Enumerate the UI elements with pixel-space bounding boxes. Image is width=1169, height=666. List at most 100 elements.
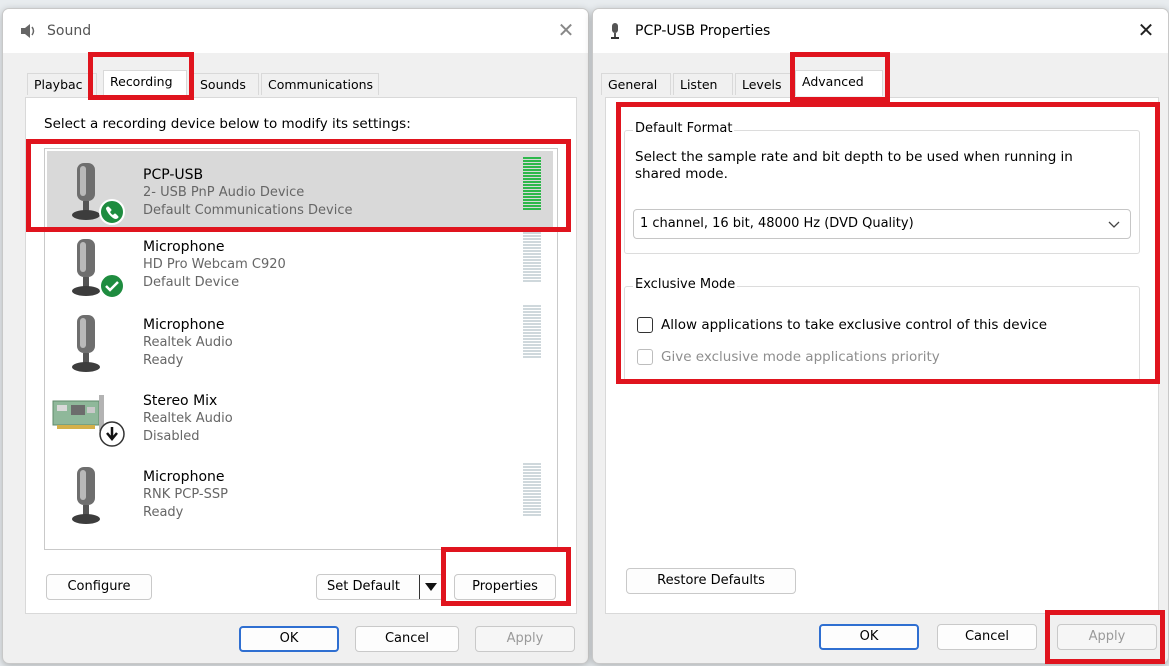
default-format-group: Default Format Select the sample rate an… [624,121,1140,254]
device-name: Microphone [143,239,225,255]
tab-playback[interactable]: Playbac [27,73,97,95]
level-segment [523,308,541,310]
tab-sounds-label: Sounds [200,77,246,92]
level-segment [523,265,541,267]
tab-advanced[interactable]: Advanced [795,70,883,96]
properties-ok-button[interactable]: OK [819,624,919,650]
tab-listen-label: Listen [680,77,718,92]
sound-apply-button[interactable]: Apply [475,626,575,652]
level-segment [523,466,541,468]
level-segment [523,166,541,168]
level-segment [523,344,541,346]
properties-cancel-button[interactable]: Cancel [937,624,1037,650]
check-badge-icon [99,273,125,303]
level-segment [523,190,541,192]
tab-levels[interactable]: Levels [735,73,793,95]
level-segment [523,499,541,501]
configure-label: Configure [67,579,131,594]
properties-title: PCP-USB Properties [635,23,771,39]
level-segment [523,320,541,322]
restore-defaults-label: Restore Defaults [657,573,765,588]
device-item-realtek-mic[interactable]: Microphone Realtek Audio Ready [47,305,553,381]
cancel-label: Cancel [964,629,1010,644]
priority-checkbox[interactable] [637,349,653,365]
level-segment [523,277,541,279]
exclusive-mode-group: Exclusive Mode Allow applications to tak… [624,277,1140,382]
level-segment [523,196,541,198]
apply-label: Apply [1088,629,1126,644]
level-segment [523,353,541,355]
tab-listen[interactable]: Listen [673,73,733,95]
dropdown-arrow-icon[interactable] [419,575,442,599]
level-segment [523,305,541,307]
device-item-rnk-mic[interactable]: Microphone RNK PCP-SSP Ready [47,457,553,533]
level-segment [523,508,541,510]
level-segment [523,238,541,240]
level-segment [523,490,541,492]
set-default-label: Set Default [327,579,400,594]
device-item-stereo-mix[interactable]: Stereo Mix Realtek Audio Disabled [47,381,553,457]
level-segment [523,184,541,186]
level-meter [523,157,541,211]
level-segment [523,280,541,282]
properties-close-button[interactable]: ✕ [1133,18,1159,42]
level-segment [523,259,541,261]
cancel-label: Cancel [384,631,430,646]
device-name: Microphone [143,317,225,333]
level-segment [523,178,541,180]
properties-label: Properties [472,579,538,594]
set-default-button[interactable]: Set Default [316,574,444,600]
level-segment [523,268,541,270]
properties-apply-button[interactable]: Apply [1057,624,1157,650]
level-segment [523,169,541,171]
level-segment [523,199,541,201]
restore-defaults-button[interactable]: Restore Defaults [626,568,796,594]
properties-titlebar: PCP-USB Properties ✕ [593,9,1168,53]
device-item-webcam[interactable]: Microphone HD Pro Webcam C920 Default De… [47,229,553,305]
tab-recording-label: Recording [110,74,173,89]
configure-button[interactable]: Configure [46,574,152,600]
level-segment [523,475,541,477]
level-segment [523,250,541,252]
level-segment [523,329,541,331]
level-segment [523,244,541,246]
level-segment [523,463,541,465]
default-format-label: Default Format [633,121,735,136]
level-segment [523,271,541,273]
properties-window: PCP-USB Properties ✕ General Listen Leve… [592,8,1169,664]
level-segment [523,205,541,207]
level-segment [523,487,541,489]
format-dropdown[interactable]: 1 channel, 16 bit, 48000 Hz (DVD Quality… [633,209,1131,239]
properties-button[interactable]: Properties [454,574,556,600]
tab-advanced-label: Advanced [802,74,864,89]
ok-label: OK [859,629,879,644]
allow-exclusive-label[interactable]: Allow applications to take exclusive con… [661,317,1047,333]
sound-close-button[interactable]: ✕ [553,18,579,42]
sound-cancel-button[interactable]: Cancel [355,626,459,652]
level-segment [523,247,541,249]
tab-sounds[interactable]: Sounds [193,73,259,95]
down-arrow-badge-icon [99,421,125,451]
device-item-pcp-usb[interactable]: PCP-USB 2- USB PnP Audio Device Default … [47,151,553,227]
ok-label: OK [279,631,299,646]
sound-ok-button[interactable]: OK [239,626,339,652]
tab-recording[interactable]: Recording [103,70,187,96]
level-segment [523,493,541,495]
level-segment [523,323,541,325]
microphone-icon [69,465,109,531]
level-segment [523,181,541,183]
recording-instruction: Select a recording device below to modif… [44,116,411,132]
level-segment [523,253,541,255]
tab-general[interactable]: General [601,73,671,95]
level-segment [523,505,541,507]
allow-exclusive-checkbox[interactable] [637,317,653,333]
level-segment [523,163,541,165]
level-segment [523,502,541,504]
tab-communications[interactable]: Communications [261,73,379,95]
device-driver: Realtek Audio [143,411,233,426]
level-segment [523,511,541,513]
device-status: Default Communications Device [143,203,353,218]
microphone-icon [69,313,109,379]
device-driver: Realtek Audio [143,335,233,350]
level-segment [523,496,541,498]
